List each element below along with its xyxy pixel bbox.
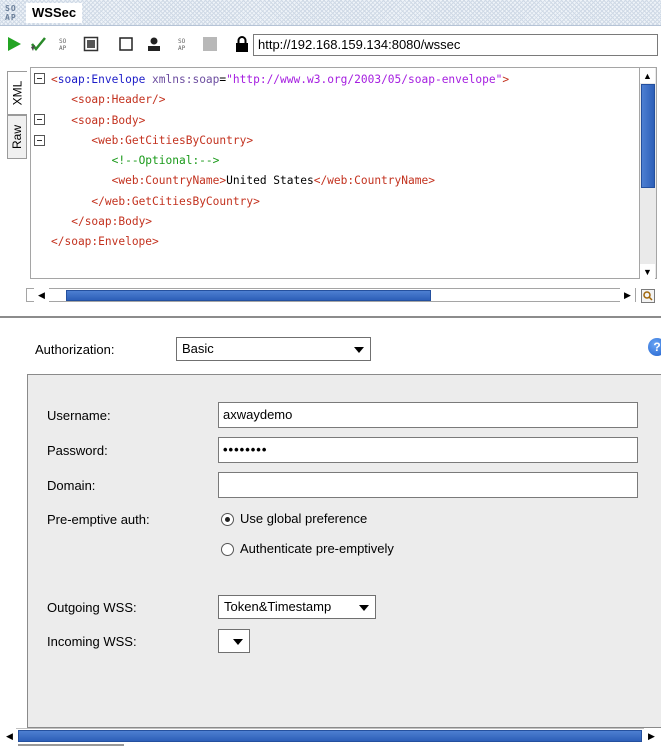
chevron-down-icon — [354, 347, 364, 353]
code-token: "http://www.w3.org/2003/05/soap-envelope… — [226, 73, 503, 86]
code-token: xmlns:soap — [145, 73, 220, 86]
code-line: <!--Optional:--> — [51, 151, 509, 171]
lock-icon — [235, 36, 249, 52]
square-icon[interactable] — [117, 35, 135, 53]
radio-global-label[interactable]: Use global preference — [240, 511, 367, 526]
code-line: <soap:Body> — [51, 111, 509, 131]
svg-text:AP: AP — [5, 13, 17, 22]
scroll-left-icon[interactable]: ◀ — [2, 729, 17, 744]
svg-text:SO: SO — [59, 38, 67, 45]
code-area[interactable]: <soap:Envelope xmlns:soap="http://www.w3… — [30, 67, 640, 279]
panel-horizontal-scrollbar[interactable]: ◀ ▶ — [0, 728, 661, 744]
svg-text:SO: SO — [5, 4, 17, 13]
chevron-down-icon — [359, 605, 369, 611]
incoming-wss-select[interactable] — [218, 629, 250, 653]
auth-panel: Authorization: Basic ? Username: axwayde… — [0, 318, 661, 728]
editor-horizontal-scrollbar[interactable]: ◀ ▶ — [26, 288, 636, 303]
domain-label: Domain: — [47, 478, 96, 493]
scroll-thumb[interactable] — [66, 290, 431, 301]
outgoing-wss-label: Outgoing WSS: — [47, 600, 137, 615]
authorization-select[interactable]: Basic — [176, 337, 371, 361]
code-line: </soap:Body> — [51, 212, 509, 232]
tab-xml[interactable]: XML — [7, 71, 27, 115]
domain-input[interactable] — [218, 472, 638, 498]
tab-raw[interactable]: Raw — [7, 115, 27, 159]
code-token: </soap:Envelope> — [51, 235, 159, 249]
code-token: > — [502, 73, 510, 86]
bottom-tab-strip — [0, 744, 661, 750]
wsdl-icon[interactable]: SO AP — [176, 35, 194, 53]
scroll-up-icon[interactable]: ▲ — [640, 68, 655, 83]
user-icon[interactable] — [145, 35, 163, 53]
check-run-icon[interactable] — [30, 35, 48, 53]
code-token: </web:GetCitiesByCountry> — [91, 194, 260, 208]
code-line: <web:GetCitiesByCountry> — [51, 131, 509, 151]
radio-preemptive-label[interactable]: Authenticate pre-emptively — [240, 541, 394, 556]
authorization-label: Authorization: — [35, 342, 115, 357]
code-token: <web:CountryName> — [111, 174, 227, 188]
outgoing-wss-select[interactable]: Token&Timestamp — [218, 595, 376, 619]
code-token: United States — [226, 174, 314, 188]
scroll-right-icon[interactable]: ▶ — [620, 288, 635, 303]
scroll-thumb[interactable] — [18, 730, 642, 742]
credentials-panel: Username: axwaydemo Password: •••••••• D… — [27, 374, 661, 728]
code-line: <soap:Envelope xmlns:soap="http://www.w3… — [51, 70, 509, 90]
window-title: WSSec — [26, 3, 83, 23]
scroll-down-icon[interactable]: ▼ — [640, 264, 655, 279]
chevron-down-icon — [233, 639, 243, 645]
play-icon[interactable] — [5, 35, 23, 53]
code-line: </soap:Envelope> — [51, 232, 509, 252]
password-input[interactable]: •••••••• — [218, 437, 638, 463]
fold-toggle-icon[interactable] — [34, 135, 45, 146]
scroll-right-icon[interactable]: ▶ — [644, 729, 659, 744]
endpoint-url-input[interactable]: http://192.168.159.134:8080/wssec — [253, 34, 658, 56]
incoming-wss-label: Incoming WSS: — [47, 634, 137, 649]
title-bar: SO AP WSSec — [0, 0, 661, 26]
fold-gutter — [31, 68, 49, 278]
schema-icon[interactable] — [82, 35, 100, 53]
wss-icon[interactable]: SO AP — [57, 35, 75, 53]
xml-source[interactable]: <soap:Envelope xmlns:soap="http://www.w3… — [51, 70, 509, 253]
code-token: </soap:Body> — [71, 215, 153, 229]
fold-toggle-icon[interactable] — [34, 73, 45, 84]
code-token: <soap:Header/> — [71, 93, 166, 107]
toolbar: SO AP SO AP http://192.168.159.134:8080/… — [0, 31, 661, 59]
fold-toggle-icon[interactable] — [34, 114, 45, 125]
svg-text:AP: AP — [178, 45, 186, 52]
code-token: <web:GetCitiesByCountry> — [91, 133, 254, 147]
username-input[interactable]: axwaydemo — [218, 402, 638, 428]
code-token: soap:Envelope — [57, 73, 146, 86]
code-token: </web:CountryName> — [313, 174, 435, 188]
code-line: </web:GetCitiesByCountry> — [51, 192, 509, 212]
find-icon[interactable] — [641, 289, 655, 303]
soap-logo-icon: SO AP — [4, 3, 24, 23]
svg-text:SO: SO — [178, 38, 186, 45]
svg-text:AP: AP — [59, 45, 67, 52]
scroll-thumb[interactable] — [641, 84, 655, 188]
preemptive-auth-label: Pre-emptive auth: — [47, 512, 150, 527]
radio-authenticate-preemptively[interactable] — [221, 543, 234, 556]
radio-use-global-preference[interactable] — [221, 513, 234, 526]
scroll-left-icon[interactable]: ◀ — [34, 288, 49, 303]
xml-editor: XML Raw <soap:Envelope xmlns:soap="http:… — [4, 63, 658, 287]
stop-icon[interactable] — [201, 35, 219, 53]
code-token: < — [51, 73, 58, 86]
code-line: <web:CountryName>United States</web:Coun… — [51, 171, 509, 191]
code-token: <!--Optional:--> — [111, 154, 220, 168]
code-token: <soap:Body> — [71, 113, 146, 127]
editor-view-tabs: XML Raw — [4, 67, 30, 282]
password-label: Password: — [47, 443, 108, 458]
code-line: <soap:Header/> — [51, 90, 509, 110]
editor-vertical-scrollbar[interactable]: ▲ ▼ — [640, 67, 657, 279]
help-icon[interactable]: ? — [648, 338, 661, 356]
username-label: Username: — [47, 408, 111, 423]
